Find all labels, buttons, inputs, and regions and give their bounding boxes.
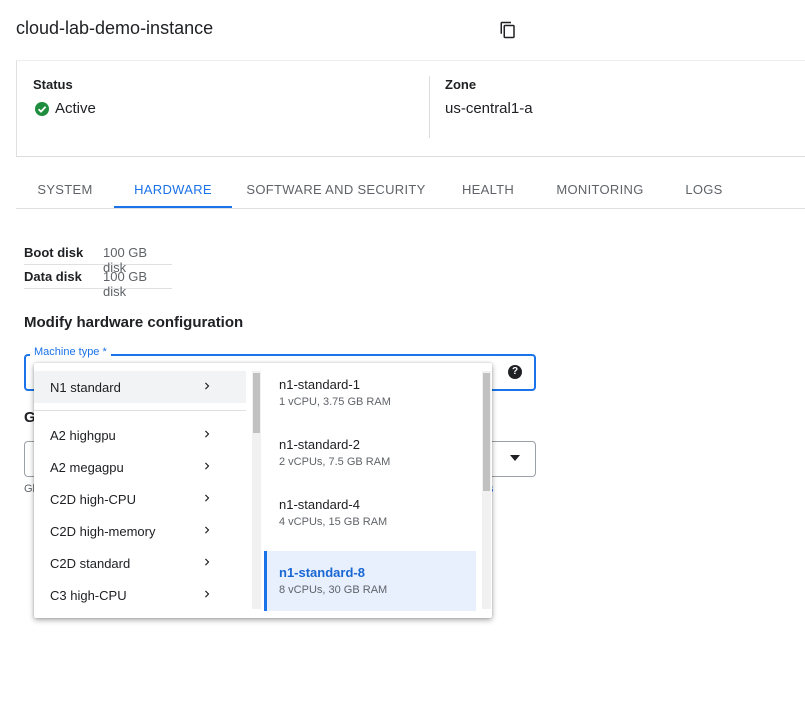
family-item-a2-highgpu[interactable]: A2 highgpu bbox=[34, 419, 246, 451]
family-item-c2d-standard[interactable]: C2D standard bbox=[34, 547, 246, 579]
family-label: C2D standard bbox=[50, 556, 131, 571]
disk-label: Boot disk bbox=[24, 245, 84, 260]
tab-logs[interactable]: LOGS bbox=[674, 172, 734, 207]
tab-hardware[interactable]: HARDWARE bbox=[114, 172, 232, 208]
machine-type-label: Machine type * bbox=[30, 346, 111, 358]
chevron-right-icon bbox=[205, 590, 210, 598]
machine-type-name: n1-standard-2 bbox=[279, 437, 360, 452]
chevron-right-icon bbox=[205, 462, 210, 470]
chevron-right-icon bbox=[205, 558, 210, 566]
chevron-right-icon bbox=[205, 430, 210, 438]
machine-type-list: n1-standard-1 1 vCPU, 3.75 GB RAM n1-sta… bbox=[264, 363, 492, 618]
tab-monitoring[interactable]: MONITORING bbox=[546, 172, 654, 207]
machine-type-option-n1-standard-1[interactable]: n1-standard-1 1 vCPU, 3.75 GB RAM bbox=[264, 363, 476, 423]
family-label: C3 high-CPU bbox=[50, 588, 127, 603]
help-icon[interactable]: ? bbox=[508, 365, 522, 379]
machine-type-option-n1-standard-2[interactable]: n1-standard-2 2 vCPUs, 7.5 GB RAM bbox=[264, 423, 476, 483]
family-label: A2 highgpu bbox=[50, 428, 116, 443]
tab-bar: SYSTEM HARDWARE SOFTWARE AND SECURITY HE… bbox=[16, 172, 805, 209]
machine-type-spec: 1 vCPU, 3.75 GB RAM bbox=[279, 396, 391, 408]
family-label: N1 standard bbox=[50, 380, 121, 395]
chevron-right-icon bbox=[205, 382, 210, 390]
disk-row-boot: Boot disk 100 GB disk bbox=[24, 241, 172, 275]
divider bbox=[34, 410, 246, 411]
tab-health[interactable]: HEALTH bbox=[448, 172, 528, 207]
family-item-n1-standard[interactable]: N1 standard bbox=[34, 371, 246, 403]
status-value: Active bbox=[55, 100, 96, 117]
section-title: Modify hardware configuration bbox=[24, 314, 244, 331]
family-item-a2-megagpu[interactable]: A2 megagpu bbox=[34, 451, 246, 483]
machine-type-option-n1-standard-4[interactable]: n1-standard-4 4 vCPUs, 15 GB RAM bbox=[264, 483, 476, 543]
disk-label: Data disk bbox=[24, 269, 82, 284]
family-label: A2 megagpu bbox=[50, 460, 124, 475]
tab-software-and-security[interactable]: SOFTWARE AND SECURITY bbox=[242, 172, 430, 207]
family-scrollbar-thumb[interactable] bbox=[253, 373, 260, 433]
family-item-c2d-high-memory[interactable]: C2D high-memory bbox=[34, 515, 246, 547]
instance-summary-card bbox=[16, 60, 805, 157]
machine-type-spec: 4 vCPUs, 15 GB RAM bbox=[279, 516, 388, 528]
machine-type-name: n1-standard-1 bbox=[279, 377, 360, 392]
zone-value: us-central1-a bbox=[445, 100, 533, 117]
machine-type-scrollbar-thumb[interactable] bbox=[483, 373, 490, 491]
family-item-c3-high-cpu[interactable]: C3 high-CPU bbox=[34, 579, 246, 611]
status-label: Status bbox=[33, 77, 73, 92]
chevron-right-icon bbox=[205, 526, 210, 534]
family-item-c2d-high-cpu[interactable]: C2D high-CPU bbox=[34, 483, 246, 515]
family-label: C2D high-CPU bbox=[50, 492, 136, 507]
check-circle-icon bbox=[35, 102, 49, 116]
machine-type-dropdown: N1 standard A2 highgpu A2 megagpu C2D hi… bbox=[34, 363, 492, 618]
tab-system[interactable]: SYSTEM bbox=[16, 172, 114, 207]
card-divider bbox=[429, 76, 430, 138]
machine-type-option-n1-standard-8[interactable]: n1-standard-8 8 vCPUs, 30 GB RAM bbox=[264, 551, 476, 611]
machine-type-spec: 8 vCPUs, 30 GB RAM bbox=[279, 584, 388, 596]
disk-value: 100 GB disk bbox=[103, 269, 148, 299]
zone-label: Zone bbox=[445, 77, 477, 92]
machine-family-list: N1 standard A2 highgpu A2 megagpu C2D hi… bbox=[34, 363, 264, 618]
machine-type-name: n1-standard-8 bbox=[279, 565, 365, 580]
disk-row-data: Data disk 100 GB disk bbox=[24, 265, 172, 299]
dropdown-arrow-icon bbox=[510, 455, 520, 461]
machine-type-spec: 2 vCPUs, 7.5 GB RAM bbox=[279, 456, 391, 468]
page-title: cloud-lab-demo-instance bbox=[16, 18, 214, 38]
copy-icon[interactable] bbox=[499, 21, 517, 39]
family-label: C2D high-memory bbox=[50, 524, 156, 539]
machine-type-name: n1-standard-4 bbox=[279, 497, 360, 512]
chevron-right-icon bbox=[205, 494, 210, 502]
